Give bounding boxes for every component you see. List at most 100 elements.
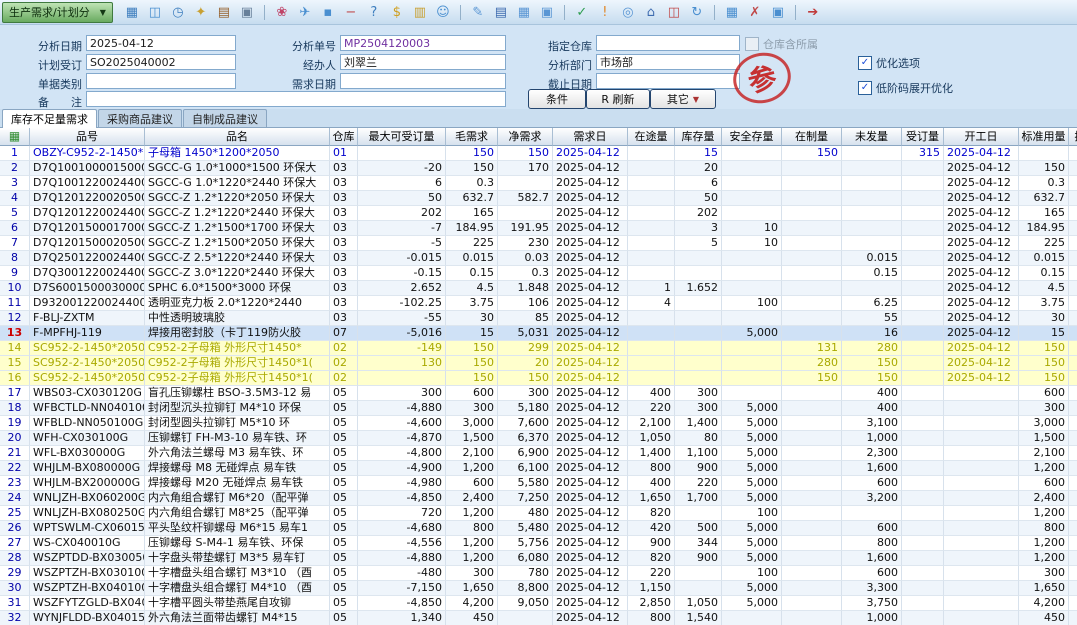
column-header-7[interactable]: 需求日: [553, 128, 628, 146]
handler-input[interactable]: [340, 54, 506, 70]
print-icon[interactable]: ▣: [238, 3, 256, 21]
table-row[interactable]: 12F-BLJ-ZXTM中性透明玻璃胶03-5530852025-04-1255…: [0, 311, 1077, 326]
table-row[interactable]: 19WFBLD-NN050100G封闭型圆头拉铆钉 M5*10 环05-4,60…: [0, 416, 1077, 431]
demand-date-input[interactable]: [340, 73, 506, 89]
table-row[interactable]: 2D7Q1001000015000GSGCC-G 1.0*1000*1500 环…: [0, 161, 1077, 176]
table-row[interactable]: 11D932001220024400G透明亚克力板 2.0*1220*24400…: [0, 296, 1077, 311]
warning-icon[interactable]: !: [596, 3, 614, 21]
cell: 2025-04-12: [553, 566, 628, 581]
cell: 03: [330, 221, 358, 236]
column-header-4[interactable]: 最大可受订量: [358, 128, 446, 146]
other-button[interactable]: 其它 ▼: [650, 89, 716, 109]
table-row[interactable]: 10D7S6001500030000GSPHC 6.0*1500*3000 环保…: [0, 281, 1077, 296]
exit-icon[interactable]: ➔: [804, 3, 822, 21]
notebook-icon[interactable]: ▤: [492, 3, 510, 21]
table-row[interactable]: 31WSZFYTZGLD-BX04015(十字槽平圆头带垫燕尾自攻铆05-4,8…: [0, 596, 1077, 611]
table-row[interactable]: 13F-MPFHJ-119焊接用密封胶（卡丁119防火胶07-5,016155,…: [0, 326, 1077, 341]
book-icon[interactable]: ▤: [215, 3, 233, 21]
flower-icon[interactable]: ❀: [273, 3, 291, 21]
table-row[interactable]: 22WHJLM-BX080000G焊接螺母 M8 无碰焊点 易车铁05-4,90…: [0, 461, 1077, 476]
table-row[interactable]: 29WSZPTZH-BX030100G十字槽盘头组合螺钉 M3*10 （酉05-…: [0, 566, 1077, 581]
department-input[interactable]: [596, 54, 740, 70]
column-header-10[interactable]: 安全存量: [722, 128, 782, 146]
close-icon[interactable]: ✗: [746, 3, 764, 21]
approve-icon[interactable]: ✓: [573, 3, 591, 21]
copy-icon[interactable]: ▣: [538, 3, 556, 21]
column-header-3[interactable]: 仓库: [330, 128, 358, 146]
attachment-icon[interactable]: ▪: [319, 3, 337, 21]
help-icon[interactable]: ?: [365, 3, 383, 21]
table-row[interactable]: 14SC952-2-1450*2050-(C952-2子母箱 外形尺寸1450*…: [0, 341, 1077, 356]
export-grid-icon[interactable]: ▦: [123, 3, 141, 21]
table-row[interactable]: 26WPTSWLM-CX060150G平头坠纹杆铆螺母 M6*15 易车105-…: [0, 521, 1077, 536]
column-header-12[interactable]: 未发量: [842, 128, 902, 146]
monitor-alert-icon[interactable]: ◫: [665, 3, 683, 21]
table-row[interactable]: 30WSZPTZH-BX040100G十字槽盘头组合螺钉 M4*10 （酉05-…: [0, 581, 1077, 596]
table-row[interactable]: 20WFH-CX030100G压铆螺钉 FH-M3-10 易车铁、环05-4,8…: [0, 431, 1077, 446]
monitor-icon[interactable]: ◫: [146, 3, 164, 21]
table-row[interactable]: 24WNLJZH-BX060200G内六角组合螺钉 M6*20（配平弹05-4,…: [0, 491, 1077, 506]
key-icon[interactable]: ✦: [192, 3, 210, 21]
factory-icon[interactable]: ⌂: [642, 3, 660, 21]
table-row[interactable]: 17WBS03-CX030120G盲孔压铆螺柱 BSO-3.5M3-12 易05…: [0, 386, 1077, 401]
refresh-icon[interactable]: ↻: [688, 3, 706, 21]
column-header-13[interactable]: 受订量: [902, 128, 944, 146]
cell: [1069, 596, 1077, 611]
column-header-14[interactable]: 开工日: [944, 128, 1019, 146]
duplicate-icon[interactable]: ▣: [769, 3, 787, 21]
users-icon[interactable]: ☺: [434, 3, 452, 21]
grid-icon[interactable]: ▦: [723, 3, 741, 21]
column-header-0[interactable]: ▦: [0, 128, 30, 146]
doc-search-icon[interactable]: ◎: [619, 3, 637, 21]
column-header-1[interactable]: 品号: [30, 128, 145, 146]
table-row[interactable]: 9D7Q3001220024400GSGCC-Z 3.0*1220*2440 环…: [0, 266, 1077, 281]
column-header-8[interactable]: 在途量: [628, 128, 675, 146]
table-row[interactable]: 7D7Q1201500020500GSGCC-Z 1.2*1500*2050 环…: [0, 236, 1077, 251]
column-header-9[interactable]: 库存量: [675, 128, 722, 146]
warehouse-input[interactable]: [596, 35, 740, 51]
column-header-6[interactable]: 净需求: [498, 128, 553, 146]
doc-category-input[interactable]: [86, 73, 236, 89]
condition-button[interactable]: 条件: [528, 89, 586, 109]
optimize-option-checkbox[interactable]: 优化选项: [858, 55, 920, 71]
table-row[interactable]: 18WFBCTLD-NN040100G封闭型沉头拉铆钉 M4*10 环保05-4…: [0, 401, 1077, 416]
tab-purchase-suggestion[interactable]: 采购商品建议: [98, 109, 182, 127]
table-row[interactable]: 6D7Q1201500017000GSGCC-Z 1.2*1500*1700 环…: [0, 221, 1077, 236]
remove-icon[interactable]: −: [342, 3, 360, 21]
cart-icon[interactable]: ▥: [411, 3, 429, 21]
module-title-button[interactable]: 生产需求/计划分 ▼: [2, 2, 113, 23]
table-row[interactable]: 5D7Q1201220024400GSGCC-Z 1.2*1220*2440 环…: [0, 206, 1077, 221]
money-icon[interactable]: $: [388, 3, 406, 21]
column-header-15[interactable]: 标准用量: [1019, 128, 1069, 146]
analysis-date-input[interactable]: [86, 35, 236, 51]
send-icon[interactable]: ✈: [296, 3, 314, 21]
column-header-16[interactable]: 损耗量: [1069, 128, 1077, 146]
remark-input[interactable]: [86, 91, 506, 107]
ledger-icon[interactable]: ▦: [515, 3, 533, 21]
column-header-5[interactable]: 毛需求: [446, 128, 498, 146]
table-row[interactable]: 21WFL-BX030000G外六角法兰螺母 M3 易车铁、环05-4,8002…: [0, 446, 1077, 461]
warehouse-include-checkbox[interactable]: 仓库含所属: [745, 36, 818, 52]
table-row[interactable]: 23WHJLM-BX200000G焊接螺母 M20 无碰焊点 易车铁05-4,9…: [0, 476, 1077, 491]
analysis-no-input[interactable]: [340, 35, 506, 51]
deadline-input[interactable]: [596, 73, 740, 89]
clock-icon[interactable]: ◷: [169, 3, 187, 21]
table-row[interactable]: 15SC952-2-1450*2050-(C952-2子母箱 外形尺寸1450*…: [0, 356, 1077, 371]
planned-order-input[interactable]: [86, 54, 236, 70]
table-row[interactable]: 8D7Q2501220024400GSGCC-Z 2.5*1220*2440 环…: [0, 251, 1077, 266]
column-header-11[interactable]: 在制量: [782, 128, 842, 146]
cell: 02: [330, 371, 358, 386]
tab-selfmade-suggestion[interactable]: 自制成品建议: [183, 109, 267, 127]
doc-edit-icon[interactable]: ✎: [469, 3, 487, 21]
table-row[interactable]: 1OBZY-C952-2-1450*2(子母箱 1450*1200*205001…: [0, 146, 1077, 161]
table-row[interactable]: 25WNLJZH-BX080250G内六角组合螺钉 M8*25（配平弹05720…: [0, 506, 1077, 521]
tab-insufficient-stock[interactable]: 库存不足量需求: [2, 109, 97, 128]
table-row[interactable]: 27WS-CX040010G压铆螺母 S-M4-1 易车铁、环保05-4,556…: [0, 536, 1077, 551]
table-row[interactable]: 3D7Q1001220024400GSGCC-G 1.0*1220*2440 环…: [0, 176, 1077, 191]
table-row[interactable]: 28WSZPTDD-BX030050G十字盘头带垫螺钉 M3*5 易车钉05-4…: [0, 551, 1077, 566]
column-header-2[interactable]: 品名: [145, 128, 330, 146]
refresh-button[interactable]: R 刷新: [586, 89, 650, 109]
table-row[interactable]: 16SC952-2-1450*2050-(C952-2子母箱 外形尺寸1450*…: [0, 371, 1077, 386]
table-row[interactable]: 4D7Q1201220020500GSGCC-Z 1.2*1220*2050 环…: [0, 191, 1077, 206]
low-level-code-checkbox[interactable]: 低阶码展开优化: [858, 80, 953, 96]
